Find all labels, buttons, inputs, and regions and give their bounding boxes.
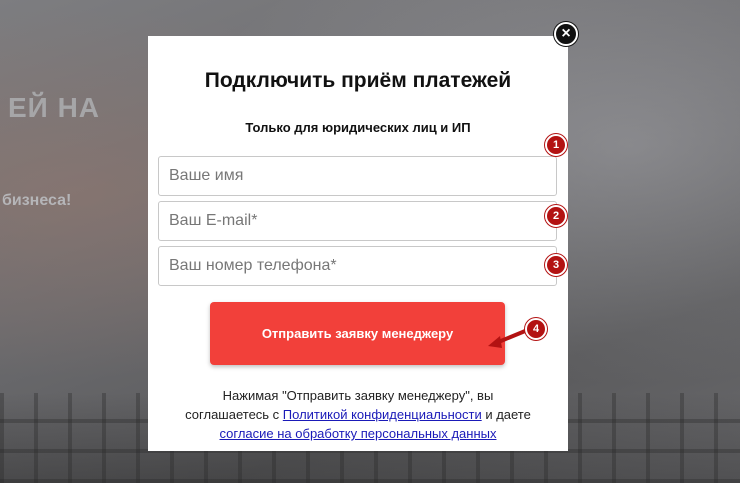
consent-text: Нажимая "Отправить заявку менеджеру", вы… — [148, 386, 568, 443]
annotation-marker-1: 1 — [545, 134, 567, 156]
consent-line-2: соглашаетесь с Политикой конфиденциально… — [148, 405, 568, 424]
consent-line-1: Нажимая "Отправить заявку менеджеру", вы — [222, 388, 494, 403]
phone-input[interactable] — [158, 246, 557, 286]
consent-line-3: согласие на обработку персональных данны… — [148, 424, 568, 443]
close-icon[interactable]: × — [554, 22, 578, 46]
consent-suffix: и даете — [481, 407, 531, 422]
payment-request-modal: Подключить приём платежей Только для юри… — [148, 36, 568, 451]
name-input[interactable] — [158, 156, 557, 196]
background-subtext: бизнеса! — [2, 192, 72, 209]
background-heading: ЕЙ НА — [8, 92, 101, 123]
consent-prefix: соглашаетесь с — [185, 407, 283, 422]
submit-request-button[interactable]: Отправить заявку менеджеру — [210, 302, 505, 365]
annotation-marker-4: 4 — [525, 318, 547, 340]
annotation-marker-3: 3 — [545, 254, 567, 276]
email-input[interactable] — [158, 201, 557, 241]
data-processing-consent-link[interactable]: согласие на обработку персональных данны… — [220, 426, 497, 441]
privacy-policy-link[interactable]: Политикой конфиденциальности — [283, 407, 482, 422]
modal-title: Подключить приём платежей — [204, 69, 512, 92]
annotation-marker-2: 2 — [545, 205, 567, 227]
modal-subtitle: Только для юридических лиц и ИП — [245, 120, 471, 135]
